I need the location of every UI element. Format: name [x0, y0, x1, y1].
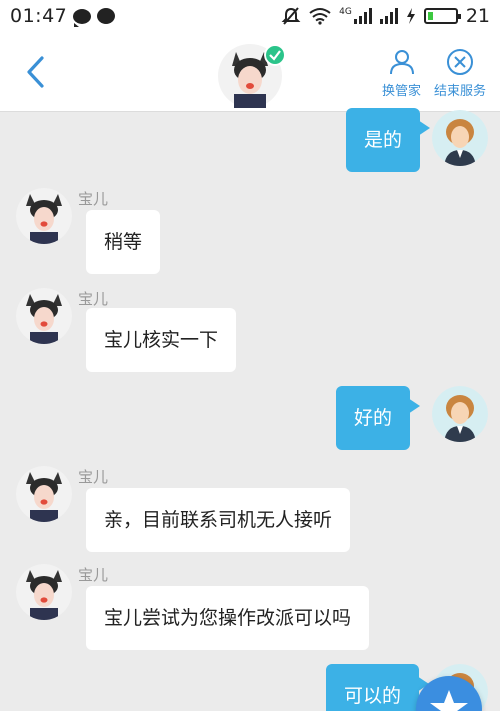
incoming-message-bubble: 亲，目前联系司机无人接听	[86, 488, 351, 552]
star-icon	[430, 690, 468, 711]
wifi-icon	[309, 8, 331, 25]
chat-bubble-icon	[73, 8, 92, 27]
verified-check-icon	[264, 44, 286, 66]
status-bar: 01:47 4G 21	[0, 0, 500, 32]
chat-header: 换管家 结束服务	[0, 32, 500, 112]
agent-avatar[interactable]	[16, 288, 72, 344]
message-icon	[97, 8, 116, 24]
sender-name: 宝儿	[78, 290, 109, 308]
close-circle-icon	[447, 49, 473, 75]
sender-name: 宝儿	[78, 468, 109, 486]
agent-avatar[interactable]	[16, 564, 72, 620]
battery-level: 21	[465, 5, 490, 27]
rate-service-button[interactable]	[416, 676, 482, 711]
signal-icon-2	[379, 8, 398, 24]
outgoing-message-bubble: 是的	[346, 108, 431, 172]
agent-avatar[interactable]	[16, 466, 72, 522]
user-avatar	[432, 110, 488, 166]
incoming-message-bubble: 稍等	[86, 210, 161, 274]
mute-icon	[281, 7, 301, 25]
person-icon	[389, 50, 414, 75]
status-time: 01:47	[10, 5, 68, 27]
back-arrow-icon[interactable]	[22, 54, 52, 90]
incoming-message-bubble: 宝儿核实一下	[86, 308, 237, 372]
switch-butler-button[interactable]: 换管家	[382, 48, 421, 99]
sender-name: 宝儿	[78, 566, 109, 584]
battery-icon	[423, 8, 461, 24]
charging-icon	[406, 8, 415, 24]
sender-name: 宝儿	[78, 190, 109, 208]
user-avatar	[432, 386, 488, 442]
end-service-button[interactable]: 结束服务	[434, 48, 486, 99]
outgoing-message-bubble: 好的	[336, 386, 421, 450]
switch-butler-label: 换管家	[382, 84, 422, 99]
incoming-message-bubble: 宝儿尝试为您操作改派可以吗	[86, 586, 370, 650]
end-service-label: 结束服务	[434, 84, 487, 99]
outgoing-message-bubble: 可以的	[326, 664, 430, 711]
network-label: 4G	[339, 7, 352, 17]
signal-icon: 4G	[339, 8, 372, 24]
agent-avatar[interactable]	[16, 188, 72, 244]
